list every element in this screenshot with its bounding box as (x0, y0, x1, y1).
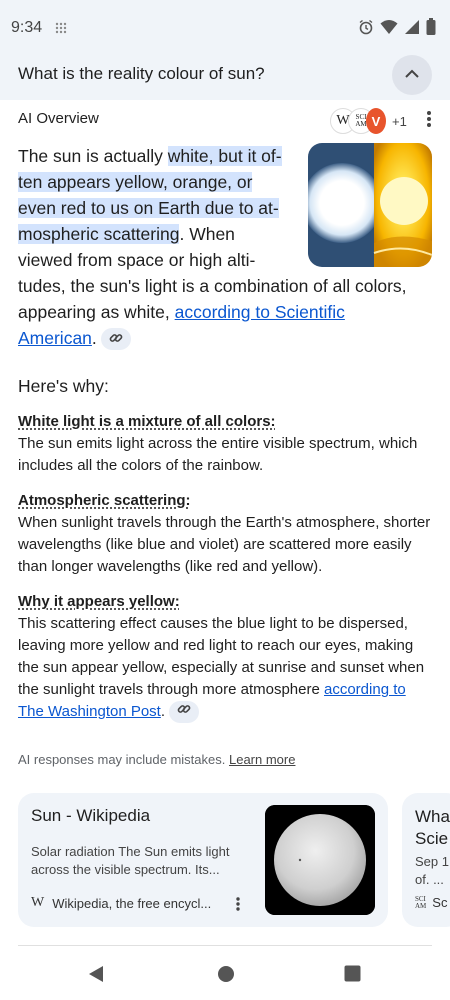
ai-disclaimer: AI responses may include mistakes. Learn… (18, 752, 295, 767)
card-title: Sun - Wikipedia (31, 806, 151, 825)
status-time: 9:34 (11, 19, 43, 36)
query-text: What is the reality colour of sun? (18, 64, 265, 83)
lead-highlight[interactable]: ten appears yellow, orange, or (18, 172, 253, 192)
lead-text: appearing as white, (18, 302, 175, 322)
card-title-text: Wha Scie (415, 807, 450, 848)
back-icon[interactable] (88, 965, 104, 988)
lead-text: viewed from space or high alti- (18, 250, 256, 270)
link-icon (109, 326, 123, 352)
lead-highlight[interactable]: mospheric scattering (18, 224, 180, 244)
learn-more-link[interactable]: Learn more (229, 752, 295, 767)
system-nav-bar (0, 950, 450, 1000)
lead-highlight[interactable]: white, but it of- (167, 146, 282, 166)
status-icons (358, 18, 436, 40)
disclaimer-text: AI responses may include mistakes. (18, 752, 229, 767)
signal-icon (404, 19, 420, 40)
lead-highlight[interactable]: even red to us on Earth due to at- (18, 198, 279, 218)
section-title[interactable]: White light is a mixture of all colors: (18, 413, 432, 430)
section-why-yellow: Why it appears yellow: This scattering e… (18, 593, 432, 724)
wikipedia-icon: W (31, 895, 45, 910)
sun-comparison-image[interactable] (308, 143, 432, 267)
more-options-icon[interactable] (426, 110, 432, 133)
status-bar: 9:34 (0, 0, 450, 52)
section-body: This scattering effect causes the blue l… (18, 613, 432, 724)
link-icon (177, 701, 191, 723)
source-card[interactable]: Wha Scie Sep 1, of. ... SCI AM Sc (402, 793, 450, 927)
why-heading: Here's why: (18, 376, 109, 396)
wifi-icon (380, 19, 398, 40)
scientific-american-icon: SCI AM (415, 894, 427, 910)
card-source-name: Sc (432, 895, 448, 910)
source-link-chip[interactable] (100, 326, 131, 352)
section-white-light: White light is a mixture of all colors: … (18, 413, 432, 477)
card-snippet-line: Sep 1, (415, 854, 450, 869)
lead-text: . When (179, 224, 235, 244)
card-source: W Wikipedia, the free encycl... (31, 895, 211, 911)
ai-overview-header: AI Overview W SCI AM V +1 (18, 108, 432, 134)
lead-text: tudes, the sun's light is a combination … (18, 276, 407, 296)
section-atmospheric-scattering: Atmospheric scattering: When sunlight tr… (18, 492, 432, 578)
card-title: Wha Scie (415, 806, 450, 850)
collapse-button[interactable] (392, 55, 432, 95)
card-source: SCI AM Sc (415, 895, 447, 910)
source-card[interactable]: Sun - Wikipedia Solar radiation The Sun … (18, 793, 388, 927)
home-icon[interactable] (217, 965, 235, 988)
source-link-chip[interactable] (169, 701, 200, 724)
alarm-icon (358, 19, 374, 40)
app-grid-icon (55, 21, 67, 39)
more-options-icon[interactable] (235, 896, 241, 917)
lead-intro: The sun is actually (18, 146, 168, 166)
card-snippet: Solar radiation The Sun emits light acro… (31, 844, 230, 877)
divider (18, 945, 432, 946)
section-title[interactable]: Why it appears yellow: (18, 593, 432, 610)
section-body: The sun emits light across the entire vi… (18, 435, 418, 474)
battery-icon (426, 18, 436, 40)
source-logos[interactable]: W SCI AM V +1 (330, 108, 407, 134)
vox-logo-icon: V (366, 108, 386, 134)
card-snippet: Sep 1, of. ... (415, 853, 450, 889)
card-snippet-line: of. ... (415, 872, 444, 887)
card-source-name: Wikipedia, the free encycl... (52, 895, 212, 911)
section-body: When sunlight travels through the Earth'… (18, 514, 431, 575)
section-title[interactable]: Atmospheric scattering: (18, 492, 432, 509)
ai-overview-title: AI Overview (18, 110, 99, 127)
more-sources-count: +1 (392, 113, 407, 129)
query-header: What is the reality colour of sun? (0, 52, 450, 100)
section-body-end: . (160, 703, 166, 720)
lead-end: . (91, 328, 97, 348)
chevron-up-icon (404, 66, 420, 84)
recents-icon[interactable] (344, 965, 361, 987)
card-thumbnail (265, 805, 375, 915)
